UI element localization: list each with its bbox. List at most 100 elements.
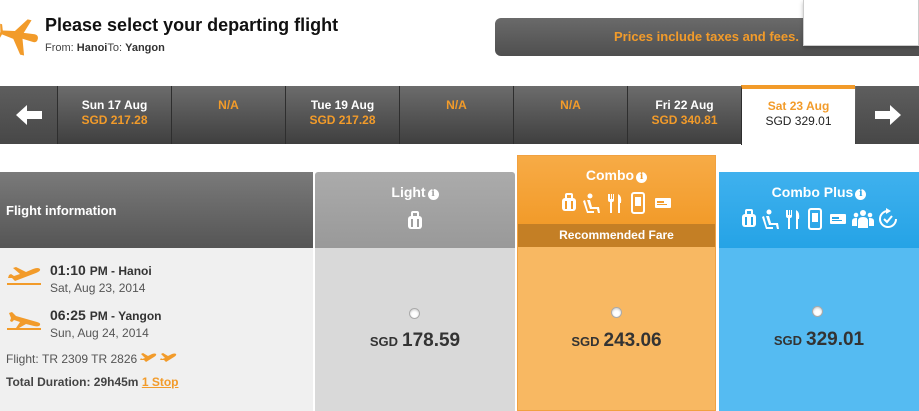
fare-combo-name: Combo [585,167,635,183]
date-price: SGD 340.81 [651,113,718,127]
date-label: N/A [218,98,239,112]
fare-light-icons [315,210,515,232]
fare-light-currency: SGD [369,334,399,349]
fare-combo-option[interactable]: Combo i Recommended Fare SGD 243.06 [517,155,716,411]
ticket-icon [654,198,671,208]
stops-link[interactable]: 1 Stop [142,375,179,389]
fare-light-option[interactable]: SGD 178.59 [315,248,515,411]
fare-combo-price: SGD 243.06 [518,330,715,352]
date-label: Sat 23 Aug [767,99,830,113]
route-summary: From: HanoiTo: Yangon [45,42,165,54]
fare-combo-plus-option[interactable]: Combo Plus i SGD 329.01 [719,172,919,411]
fare-light-price: SGD 178.59 [315,330,515,352]
fare-combo-icons [518,192,715,214]
date-cell-sat-23-aug-selected[interactable]: Sat 23 Aug SGD 329.01 [741,85,855,145]
fare-combo-plus-header: Combo Plus i [719,172,919,248]
date-label: N/A [560,98,581,112]
date-cell-tue-19-aug[interactable]: Tue 19 Aug SGD 217.28 [285,86,399,144]
arrow-right-icon [874,105,901,125]
bag-icon [742,209,756,227]
date-price: SGD 329.01 [765,114,832,128]
bag-icon [408,211,422,229]
recommended-fare-badge: Recommended Fare [518,224,715,247]
flight-numbers: Flight: TR 2309 TR 2826 [6,352,177,366]
arrow-left-icon [15,105,42,125]
overlay-popup [803,0,919,46]
seat-icon [582,193,600,213]
ticket-icon [830,214,846,224]
meal-icon [786,210,800,229]
next-dates-button[interactable] [856,86,919,144]
fare-light-title: Light i [315,184,515,200]
previous-dates-button[interactable] [0,86,57,144]
info-icon[interactable]: i [636,172,648,183]
duration-value: 29h45m [93,375,139,389]
seat-icon [762,209,779,229]
route-prefix: From: [45,42,74,54]
airplane-icon [140,353,157,362]
meal-icon [607,194,621,213]
fare-combo-plus-currency: SGD [773,333,803,348]
fare-combo-radio[interactable] [611,307,622,318]
departure-ampm: PM [89,264,108,278]
fare-combo-plus-radio[interactable] [812,306,823,317]
fare-light-radio[interactable] [409,308,420,319]
airplane-logo-icon [0,19,38,56]
takeoff-icon [7,267,41,285]
date-cell-na: N/A [399,86,513,144]
date-label: Fri 22 Aug [655,98,714,112]
flight-label: Flight: [6,352,39,366]
info-icon[interactable]: i [855,189,867,200]
fare-combo-plus-title: Combo Plus i [719,184,919,200]
date-selector-bar: Sun 17 Aug SGD 217.28 N/A Tue 19 Aug SGD… [0,85,919,145]
landing-icon [7,312,41,330]
fare-combo-plus-icons [719,208,919,230]
departure-time: 01:10 PM - Hanoi [50,262,152,278]
fare-light-header[interactable]: Light i [315,172,515,248]
date-cell-sun-17-aug[interactable]: Sun 17 Aug SGD 217.28 [57,86,171,144]
date-label: N/A [446,98,467,112]
arrival-time: 06:25 PM - Yangon [50,307,162,323]
route-to-label: To: [107,42,123,54]
fare-combo-currency: SGD [571,334,600,349]
departure-clock: 01:10 [50,262,86,278]
date-cell-fri-22-aug[interactable]: Fri 22 Aug SGD 340.81 [627,86,741,144]
flight-info-panel: 01:10 PM - Hanoi Sat, Aug 23, 2014 06:25… [0,248,313,411]
info-icon[interactable]: i [427,189,439,200]
departure-date: Sat, Aug 23, 2014 [50,281,146,295]
fare-combo-plus-amount: 329.01 [806,329,865,350]
departure-separator: - [107,264,119,278]
route-from: Hanoi [76,42,108,54]
date-cell-na: N/A [513,86,627,144]
flight-info-heading: Flight information [0,172,313,248]
fare-combo-amount: 243.06 [603,330,662,351]
date-price: SGD 217.28 [309,113,376,127]
page-title: Please select your departing flight [45,15,339,35]
arrival-ampm: PM [89,309,108,323]
fare-light-name: Light [391,184,426,200]
arrival-clock: 06:25 [50,307,86,323]
fare-light-amount: 178.59 [402,330,461,351]
fare-combo-header: Combo i [518,156,715,224]
date-label: Tue 19 Aug [310,98,375,112]
fare-combo-title: Combo i [518,167,715,183]
total-duration: Total Duration: 29h45m 1 Stop [6,375,179,389]
fare-combo-plus-name: Combo Plus [771,184,854,200]
arrival-separator: - [107,309,119,323]
date-label: Sun 17 Aug [81,98,148,112]
fare-combo-plus-price: SGD 329.01 [719,329,919,351]
arrival-date: Sun, Aug 24, 2014 [50,326,149,340]
arrival-city: Yangon [118,309,162,323]
change-icon [879,208,897,228]
duration-label: Total Duration: [6,375,91,389]
group-icon [852,210,874,228]
departure-city: Hanoi [118,264,152,278]
device-icon [630,192,645,214]
route-to: Yangon [125,42,165,54]
date-price: SGD 217.28 [81,113,148,127]
bag-icon [561,193,576,211]
airplane-icon [160,353,177,362]
device-icon [808,208,822,230]
date-cell-na: N/A [171,86,285,144]
flight-number-values: TR 2309 TR 2826 [42,352,138,366]
